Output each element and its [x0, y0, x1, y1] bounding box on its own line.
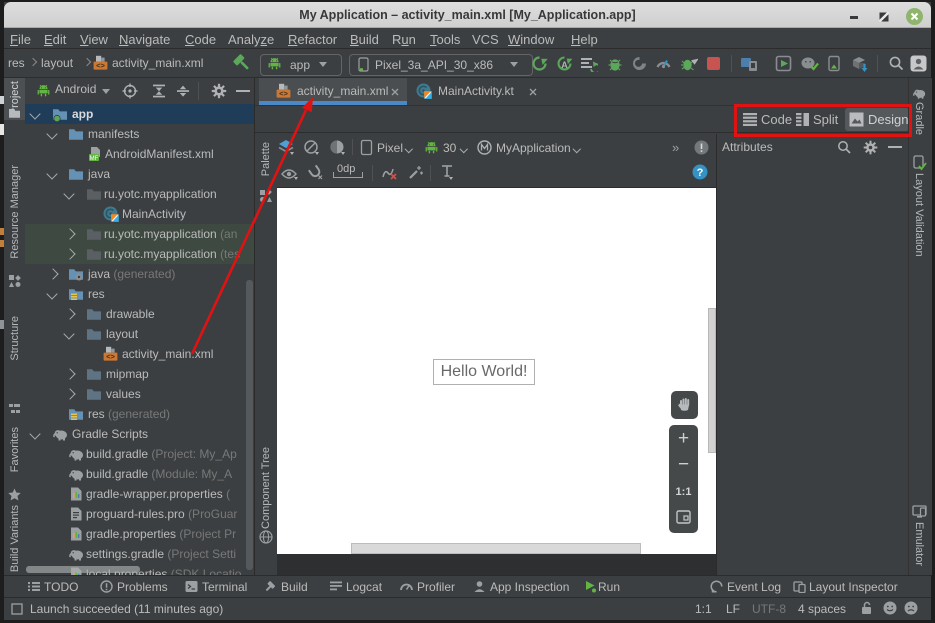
svg-text:A: A: [561, 60, 568, 70]
svg-text:?: ?: [697, 167, 704, 179]
